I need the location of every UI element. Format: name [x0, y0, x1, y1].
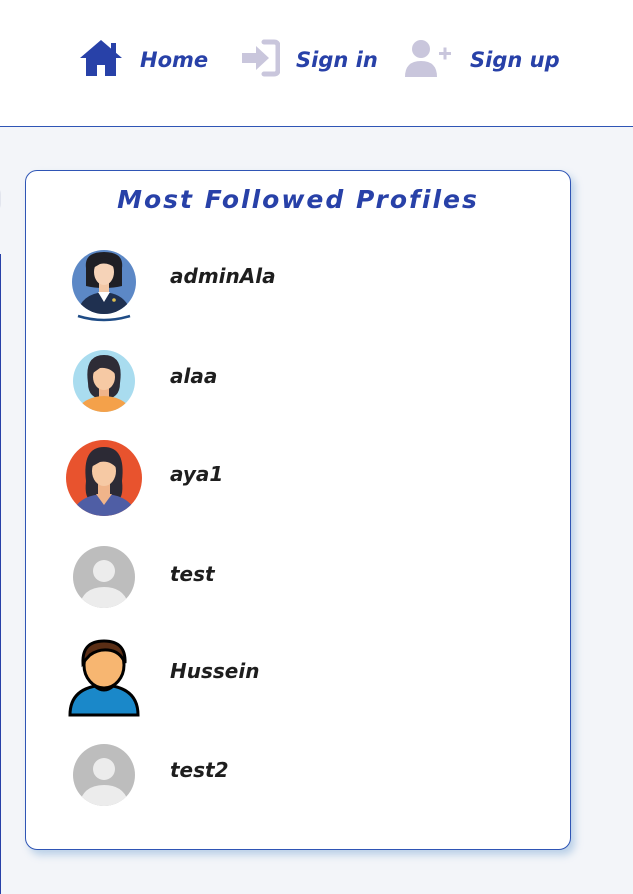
home-icon — [78, 38, 124, 82]
left-panel-edge — [0, 254, 1, 894]
profile-name[interactable]: alaa — [170, 364, 217, 388]
profile-name[interactable]: aya1 — [170, 462, 223, 486]
card-title: Most Followed Profiles — [117, 185, 479, 214]
user-plus-icon — [404, 38, 452, 82]
default-user-avatar-icon — [64, 737, 144, 817]
default-user-avatar-icon — [64, 539, 144, 619]
profile-name[interactable]: adminAla — [170, 264, 276, 288]
profile-row-hussein[interactable]: Hussein — [64, 637, 524, 717]
nav-signin-link[interactable]: Sign in — [240, 38, 378, 82]
woman-avatar-icon — [64, 343, 144, 423]
profile-name[interactable]: Hussein — [170, 659, 259, 683]
nav-signup-link[interactable]: Sign up — [404, 40, 560, 80]
top-navbar: Home Sign in Sign up — [0, 0, 633, 127]
nav-signup-label: Sign up — [470, 48, 560, 72]
nav-signin-label: Sign in — [296, 48, 378, 72]
profile-name[interactable]: test — [170, 562, 215, 586]
profile-row-aya1[interactable]: aya1 — [64, 439, 524, 519]
nav-home-label: Home — [140, 48, 209, 72]
woman-business-avatar-icon — [64, 244, 144, 324]
most-followed-profiles-card: Most Followed Profiles adminAla alaa aya… — [25, 170, 571, 850]
man-avatar-icon — [64, 637, 144, 717]
profile-name[interactable]: test2 — [170, 758, 229, 782]
profile-row-adminala[interactable]: adminAla — [64, 244, 524, 324]
left-panel-handle — [0, 186, 1, 212]
sign-in-icon — [240, 38, 281, 82]
profile-row-alaa[interactable]: alaa — [64, 343, 524, 423]
profile-row-test2[interactable]: test2 — [64, 737, 524, 817]
nav-home-link[interactable]: Home — [78, 40, 208, 80]
profile-row-test[interactable]: test — [64, 539, 524, 619]
woman-avatar-icon — [64, 439, 144, 519]
